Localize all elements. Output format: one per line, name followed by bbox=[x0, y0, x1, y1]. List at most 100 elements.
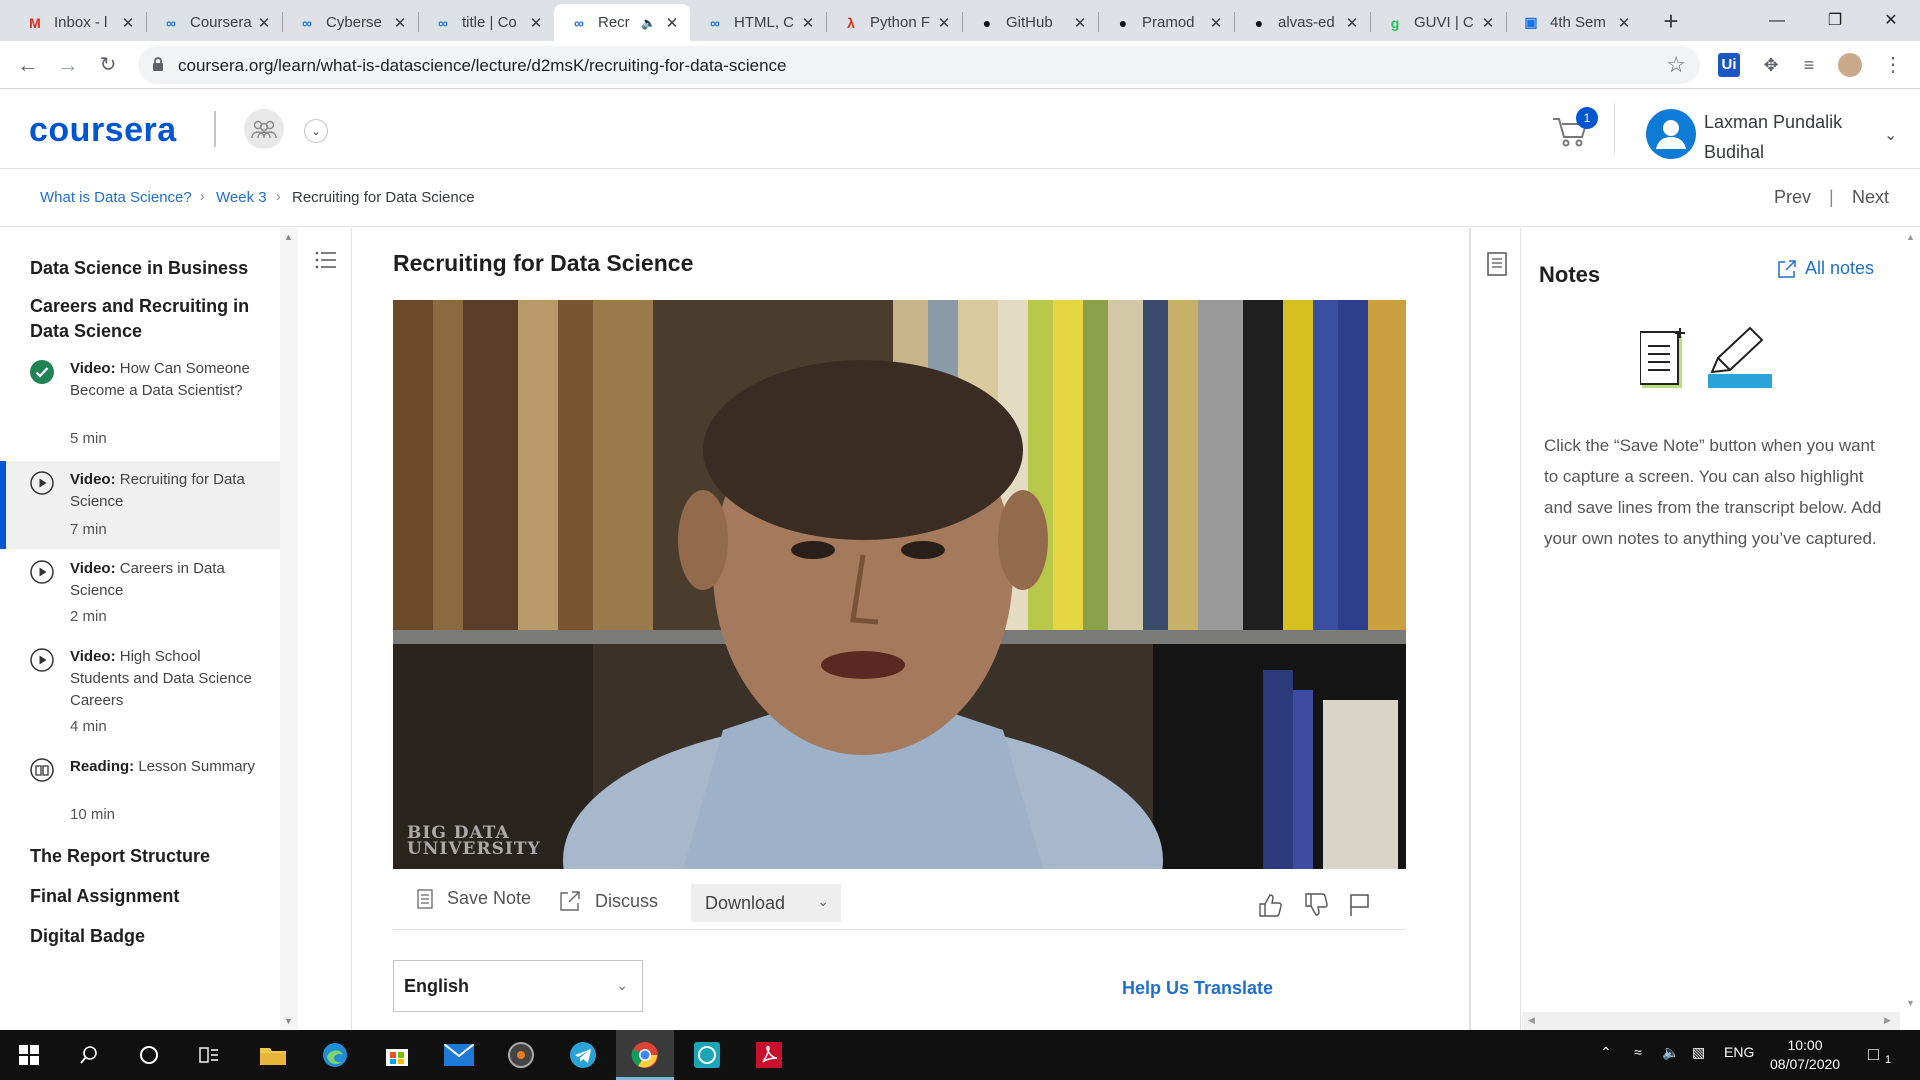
cortana-icon[interactable] bbox=[120, 1030, 178, 1080]
browser-tab[interactable]: ● Pramod ✕ bbox=[1098, 4, 1234, 41]
coursera-logo[interactable]: coursera bbox=[29, 111, 177, 150]
extensions-puzzle-icon[interactable]: ✥ bbox=[1758, 53, 1784, 77]
search-icon[interactable] bbox=[60, 1030, 118, 1080]
download-dropdown[interactable]: Download ⌄ bbox=[691, 884, 841, 922]
task-view-icon[interactable] bbox=[180, 1030, 238, 1080]
close-tab-icon[interactable]: ✕ bbox=[120, 14, 136, 32]
new-tab-button[interactable]: + bbox=[1656, 6, 1686, 36]
close-tab-icon[interactable]: ✕ bbox=[1208, 14, 1224, 32]
all-notes-link[interactable]: All notes bbox=[1777, 258, 1874, 279]
prev-link[interactable]: Prev bbox=[1774, 187, 1811, 208]
module-link[interactable]: The Report Structure bbox=[30, 844, 260, 869]
browser-tab[interactable]: ● GitHub ✕ bbox=[962, 4, 1098, 41]
input-language[interactable]: ENG bbox=[1724, 1044, 1754, 1060]
minimize-button[interactable]: — bbox=[1748, 0, 1806, 41]
group-chevron-down-icon[interactable]: ⌄ bbox=[304, 119, 328, 143]
scroll-up-icon[interactable]: ▲ bbox=[1906, 232, 1915, 242]
transcript-language-select[interactable]: English ⌄ bbox=[393, 960, 643, 1012]
lesson-item-current[interactable]: Video: Recruiting for Data Science 7 min bbox=[0, 461, 280, 549]
scroll-up-icon[interactable]: ▲ bbox=[284, 232, 293, 242]
user-name[interactable]: Laxman Pundalik Budihal bbox=[1704, 107, 1884, 167]
scroll-right-icon[interactable]: ▶ bbox=[1884, 1015, 1891, 1026]
file-explorer-icon[interactable] bbox=[244, 1030, 302, 1080]
close-tab-icon[interactable]: ✕ bbox=[800, 14, 816, 32]
close-tab-icon[interactable]: ✕ bbox=[936, 14, 952, 32]
chrome-icon[interactable] bbox=[616, 1030, 674, 1080]
bookmark-star-icon[interactable]: ☆ bbox=[1666, 52, 1686, 78]
system-clock[interactable]: 10:00 08/07/2020 bbox=[1770, 1036, 1840, 1074]
browser-tab[interactable]: λ Python F ✕ bbox=[826, 4, 962, 41]
browser-tab[interactable]: ▣ 4th Sem ✕ bbox=[1506, 4, 1642, 41]
windows-start-icon[interactable] bbox=[0, 1030, 58, 1080]
microsoft-store-icon[interactable] bbox=[368, 1030, 426, 1080]
thumbs-up-icon[interactable] bbox=[1257, 892, 1283, 918]
edge-browser-icon[interactable] bbox=[306, 1030, 364, 1080]
profile-avatar-icon[interactable] bbox=[1838, 53, 1862, 77]
browser-tab[interactable]: M Inbox - l ✕ bbox=[10, 4, 146, 41]
close-tab-icon[interactable]: ✕ bbox=[1072, 14, 1088, 32]
thumbs-down-icon[interactable] bbox=[1303, 892, 1329, 918]
close-tab-icon[interactable]: ✕ bbox=[528, 14, 544, 32]
extension-ui-icon[interactable]: Ui bbox=[1718, 53, 1740, 77]
scroll-left-icon[interactable]: ◀ bbox=[1528, 1015, 1535, 1026]
notes-horizontal-scrollbar[interactable]: ◀ ▶ bbox=[1522, 1012, 1900, 1030]
video-player[interactable]: BIG DATA UNIVERSITY bbox=[393, 300, 1406, 869]
save-note-button[interactable]: Save Note bbox=[417, 888, 531, 909]
browser-tab[interactable]: ∞ Coursera ✕ bbox=[146, 4, 282, 41]
flag-icon[interactable] bbox=[1347, 892, 1373, 918]
module-link[interactable]: Careers and Recruiting in Data Science bbox=[30, 294, 260, 344]
browser-tab[interactable]: g GUVI | C ✕ bbox=[1370, 4, 1506, 41]
url-bar[interactable]: coursera.org/learn/what-is-datascience/l… bbox=[138, 46, 1700, 84]
table-of-contents-icon[interactable] bbox=[314, 248, 338, 272]
reload-icon[interactable]: ↻ bbox=[92, 49, 124, 81]
maximize-button[interactable]: ❐ bbox=[1806, 0, 1864, 41]
acrobat-reader-icon[interactable] bbox=[740, 1030, 798, 1080]
close-tab-icon[interactable]: ✕ bbox=[256, 14, 272, 32]
lesson-item[interactable]: Video: How Can Someone Become a Data Sci… bbox=[0, 350, 280, 450]
discuss-button[interactable]: Discuss bbox=[559, 890, 658, 912]
mail-icon[interactable] bbox=[430, 1030, 488, 1080]
module-link[interactable]: Final Assignment bbox=[30, 884, 260, 909]
browser-tab[interactable]: ∞ Recr 🔈 ✕ bbox=[554, 4, 690, 41]
breadcrumb-week-link[interactable]: Week 3 bbox=[216, 189, 267, 206]
close-tab-icon[interactable]: ✕ bbox=[392, 14, 408, 32]
media-player-icon[interactable] bbox=[492, 1030, 550, 1080]
telegram-icon[interactable] bbox=[554, 1030, 612, 1080]
forward-icon[interactable]: → bbox=[52, 49, 84, 81]
close-tab-icon[interactable]: ✕ bbox=[1616, 14, 1632, 32]
tray-expand-icon[interactable]: ⌃ bbox=[1600, 1044, 1612, 1061]
tab-audio-icon[interactable]: 🔈 bbox=[641, 16, 656, 30]
learning-group-icon[interactable] bbox=[244, 109, 284, 149]
user-avatar[interactable] bbox=[1646, 109, 1696, 159]
notes-panel-icon[interactable] bbox=[1487, 252, 1507, 276]
notes-scrollbar[interactable]: ▲ ▼ bbox=[1900, 228, 1920, 1030]
sidebar-scrollbar[interactable]: ▲ ▼ bbox=[280, 228, 298, 1030]
close-tab-icon[interactable]: ✕ bbox=[1344, 14, 1360, 32]
module-link[interactable]: Data Science in Business bbox=[30, 256, 260, 281]
network-icon[interactable]: ≈ bbox=[1634, 1044, 1642, 1060]
media-queue-icon[interactable]: ≡ bbox=[1796, 53, 1822, 77]
user-menu-chevron-icon[interactable]: ⌄ bbox=[1884, 125, 1897, 145]
lesson-item[interactable]: Video: High School Students and Data Sci… bbox=[0, 638, 280, 738]
browser-menu-icon[interactable]: ⋮ bbox=[1880, 53, 1906, 77]
browser-tab[interactable]: ● alvas-ed ✕ bbox=[1234, 4, 1370, 41]
next-link[interactable]: Next bbox=[1852, 187, 1889, 208]
action-center-icon[interactable]: □ bbox=[1868, 1044, 1879, 1065]
browser-tab[interactable]: ∞ title | Co ✕ bbox=[418, 4, 554, 41]
scroll-down-icon[interactable]: ▼ bbox=[284, 1016, 293, 1026]
close-window-button[interactable]: ✕ bbox=[1862, 0, 1920, 41]
volume-icon[interactable]: 🔈 bbox=[1662, 1044, 1679, 1061]
battery-icon[interactable]: ▧ bbox=[1692, 1044, 1705, 1061]
breadcrumb-course-link[interactable]: What is Data Science? bbox=[40, 189, 192, 206]
module-link[interactable]: Digital Badge bbox=[30, 924, 260, 949]
lesson-item[interactable]: Video: Careers in Data Science 2 min bbox=[0, 550, 280, 638]
back-icon[interactable]: ← bbox=[12, 49, 44, 81]
scroll-down-icon[interactable]: ▼ bbox=[1906, 998, 1915, 1008]
browser-tab[interactable]: ∞ HTML, C ✕ bbox=[690, 4, 826, 41]
close-tab-icon[interactable]: ✕ bbox=[664, 14, 680, 32]
help-translate-link[interactable]: Help Us Translate bbox=[1122, 978, 1273, 999]
browser-tab[interactable]: ∞ Cyberse ✕ bbox=[282, 4, 418, 41]
whatsapp-icon[interactable] bbox=[678, 1030, 736, 1080]
close-tab-icon[interactable]: ✕ bbox=[1480, 14, 1496, 32]
lesson-item[interactable]: Reading: Lesson Summary 10 min bbox=[0, 748, 280, 836]
